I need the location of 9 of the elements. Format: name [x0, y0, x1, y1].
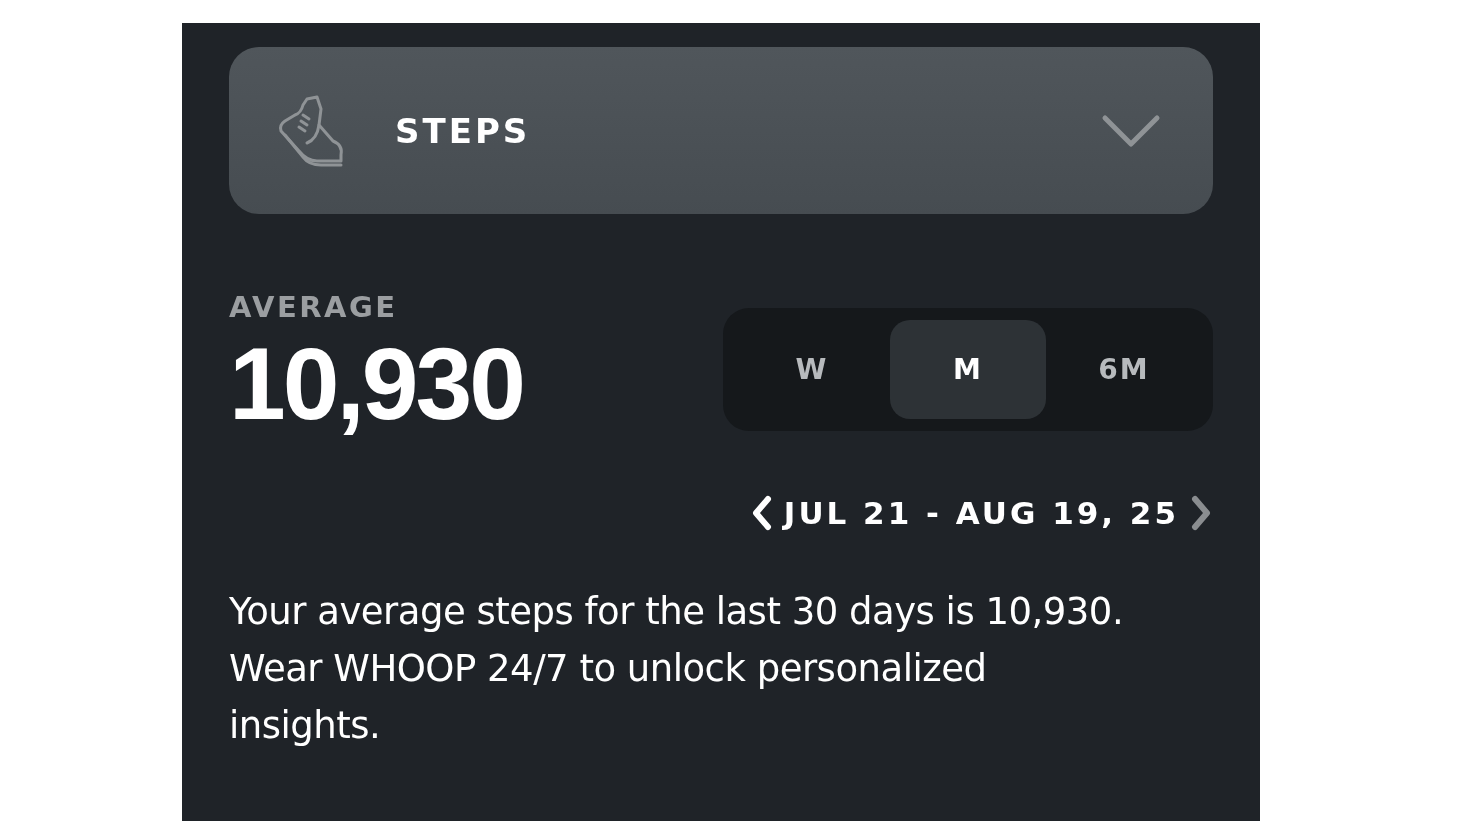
metric-selector[interactable]: STEPS	[229, 47, 1213, 214]
average-value: 10,930	[229, 328, 523, 441]
summary-text: Your average steps for the last 30 days is 10,930. Wear WHOOP 24/7 to unlock personalized insights.	[229, 589, 1125, 749]
metric-label: STEPS	[395, 110, 532, 151]
period-tab[interactable]: M	[890, 320, 1046, 419]
date-range: JUL 21 - AUG 19, 25	[783, 495, 1179, 531]
average-label: AVERAGE	[229, 290, 399, 324]
period-tab[interactable]: 6M	[1046, 320, 1202, 419]
period-tab[interactable]: W	[734, 320, 890, 419]
